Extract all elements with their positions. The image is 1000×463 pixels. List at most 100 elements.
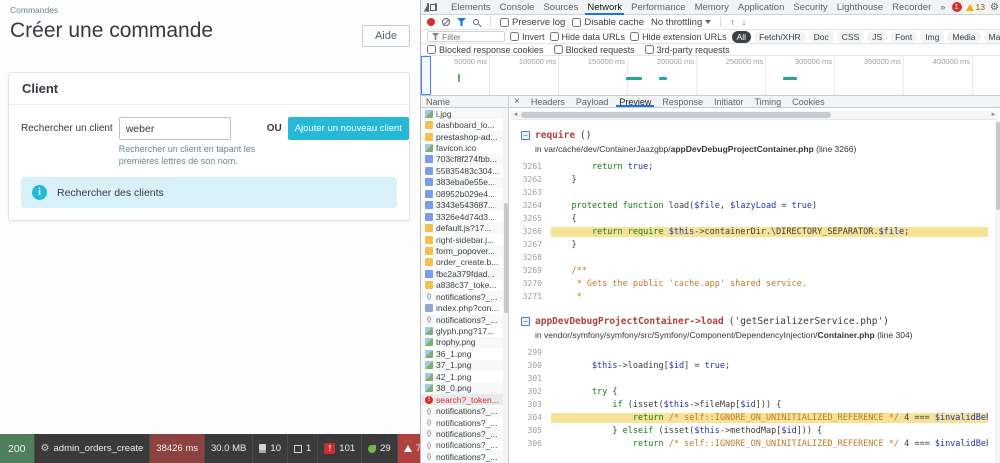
inspect-element-icon[interactable] <box>427 2 429 12</box>
memory-usage[interactable]: 30.0 MB <box>205 434 254 463</box>
more-tabs-button[interactable]: » <box>936 0 949 15</box>
request-row[interactable]: notifications?_... <box>421 405 508 417</box>
route-info[interactable]: admin_orders_create <box>35 434 151 463</box>
throttling-dropdown[interactable]: No throttling <box>651 17 712 28</box>
filter-chip-media[interactable]: Media <box>947 30 981 43</box>
client-search-input[interactable] <box>118 117 231 140</box>
help-button[interactable]: Aide <box>361 25 410 47</box>
collapse-toggle-icon[interactable] <box>521 317 530 326</box>
blocked-response-cookies-input[interactable] <box>427 45 436 54</box>
invert-input[interactable] <box>510 32 519 41</box>
hide-data-urls-input[interactable] <box>549 32 559 41</box>
filter-chip-doc[interactable]: Doc <box>808 30 834 43</box>
request-row[interactable]: index.php?con... <box>421 302 508 313</box>
request-row[interactable]: notifications?_... <box>421 451 508 463</box>
toolbar-counter-forms[interactable]: 10 <box>253 434 288 463</box>
add-new-client-button[interactable]: Ajouter un nouveau client <box>287 117 409 140</box>
toolbar-counter-templates[interactable]: 1 <box>288 434 319 463</box>
request-row[interactable]: 703cf8f274fbb... <box>421 153 508 166</box>
toolbar-counter-deprecations[interactable]: 101 <box>318 434 363 463</box>
hide-data-urls-checkbox[interactable]: Hide data URLs <box>549 32 625 42</box>
request-row[interactable]: fbc2a379fdad... <box>421 268 508 280</box>
tab-elements[interactable]: Elements <box>447 0 495 15</box>
blocked-response-cookies-checkbox[interactable]: Blocked response cookies <box>427 45 544 55</box>
invert-checkbox[interactable]: Invert <box>510 32 545 42</box>
filter-chip-all[interactable]: All <box>731 30 752 43</box>
filter-input[interactable] <box>442 31 500 42</box>
collapse-toggle-icon[interactable] <box>521 131 530 140</box>
preserve-log-input[interactable] <box>500 17 509 27</box>
request-row[interactable]: a838c37_toke... <box>421 280 508 291</box>
clear-icon[interactable] <box>442 18 450 26</box>
request-row[interactable]: notifications?_... <box>421 291 508 303</box>
request-row[interactable]: trophy.png <box>421 336 508 349</box>
detail-tab-initiator[interactable]: Initiator <box>709 96 749 107</box>
filter-chip-js[interactable]: JS <box>867 30 888 43</box>
request-row[interactable]: notifications?_... <box>421 428 508 440</box>
detail-tab-payload[interactable]: Payload <box>571 96 614 107</box>
blocked-requests-checkbox[interactable]: Blocked requests <box>553 45 635 55</box>
request-row[interactable]: default.js?17... <box>421 222 508 234</box>
request-row[interactable]: 38_0.png <box>421 382 508 394</box>
names-scrollbar[interactable] <box>503 108 508 463</box>
request-row[interactable]: dashboard_lo... <box>421 119 508 130</box>
tab-performance[interactable]: Performance <box>627 0 689 15</box>
detail-tab-response[interactable]: Response <box>657 96 708 107</box>
request-row[interactable]: favicon.ico <box>421 142 508 153</box>
blocked-requests-input[interactable] <box>553 45 563 54</box>
request-row[interactable]: glyph.png?17... <box>421 325 508 336</box>
tab-application[interactable]: Application <box>734 0 788 15</box>
request-row[interactable]: notifications?_... <box>421 417 508 428</box>
request-row[interactable]: 37_1.png <box>421 359 508 372</box>
hide-extension-urls-checkbox[interactable]: Hide extension URLs <box>630 32 727 42</box>
scroll-right-icon[interactable]: ► <box>989 111 998 120</box>
request-time[interactable]: 38426 ms <box>150 434 206 463</box>
record-icon[interactable] <box>427 18 435 26</box>
request-row[interactable]: right-sidebar.j... <box>421 234 508 245</box>
tab-recorder[interactable]: Recorder <box>888 0 935 15</box>
request-row[interactable]: 42_1.png <box>421 371 508 382</box>
hide-extension-urls-input[interactable] <box>630 32 640 41</box>
detail-tab-cookies[interactable]: Cookies <box>787 96 830 107</box>
request-row[interactable]: notifications?_... <box>421 313 508 326</box>
timeline-overview[interactable]: 50000 ms 100000 ms 150000 ms 200000 ms 25000… <box>421 56 1000 96</box>
request-row[interactable]: search?_token... <box>421 393 508 406</box>
request-row[interactable]: notifications?_... <box>421 440 508 451</box>
http-status-badge[interactable]: 200 <box>0 434 35 463</box>
detail-tab-timing[interactable]: Timing <box>749 96 786 107</box>
preview-scrollbar[interactable] <box>995 120 1000 463</box>
request-row[interactable]: 08952b029e4... <box>421 188 508 199</box>
request-row[interactable]: 3343e543687... <box>421 199 508 211</box>
horizontal-scrollbar[interactable]: ◄ ► <box>511 111 998 120</box>
3rd-party-requests-input[interactable] <box>644 45 654 54</box>
scroll-left-icon[interactable]: ◄ <box>511 111 520 120</box>
disable-cache-input[interactable] <box>572 17 582 27</box>
filter-chip-manifest[interactable]: Manifest <box>983 30 1000 43</box>
filter-chip-fetch-xhr[interactable]: Fetch/XHR <box>754 30 806 43</box>
tab-memory[interactable]: Memory <box>691 0 733 15</box>
tab-lighthouse[interactable]: Lighthouse <box>833 0 887 15</box>
request-row[interactable]: 55835483c304... <box>421 165 508 176</box>
request-row[interactable]: 36_1.png <box>421 348 508 359</box>
close-detail-icon[interactable] <box>509 96 525 107</box>
request-row[interactable]: form_popover... <box>421 245 508 257</box>
filter-chip-font[interactable]: Font <box>890 30 918 43</box>
device-toolbar-icon[interactable] <box>430 3 437 11</box>
timeline-selection[interactable] <box>421 56 431 95</box>
name-column-header[interactable]: Name <box>421 96 509 107</box>
request-row[interactable]: 383eba0e55e... <box>421 176 508 189</box>
export-har-icon[interactable]: ↓ <box>742 17 747 27</box>
warning-count-badge[interactable]: 13 <box>965 2 985 12</box>
tab-sources[interactable]: Sources <box>539 0 582 15</box>
breadcrumb[interactable]: Commandes <box>10 5 58 15</box>
error-count-badge[interactable]: 1 <box>951 2 962 12</box>
preserve-log-checkbox[interactable]: Preserve log <box>500 17 565 28</box>
filter-toggle-icon[interactable] <box>457 18 466 26</box>
filter-chip-css[interactable]: CSS <box>836 30 865 43</box>
tab-security[interactable]: Security <box>789 0 831 15</box>
disable-cache-checkbox[interactable]: Disable cache <box>572 17 644 28</box>
toolbar-counter-exceptions[interactable]: 77 <box>397 434 420 463</box>
request-row[interactable]: 3326e4d74d3... <box>421 211 508 222</box>
request-row[interactable]: prestashop-ad... <box>421 130 508 143</box>
import-har-icon[interactable]: ↑ <box>730 17 735 27</box>
